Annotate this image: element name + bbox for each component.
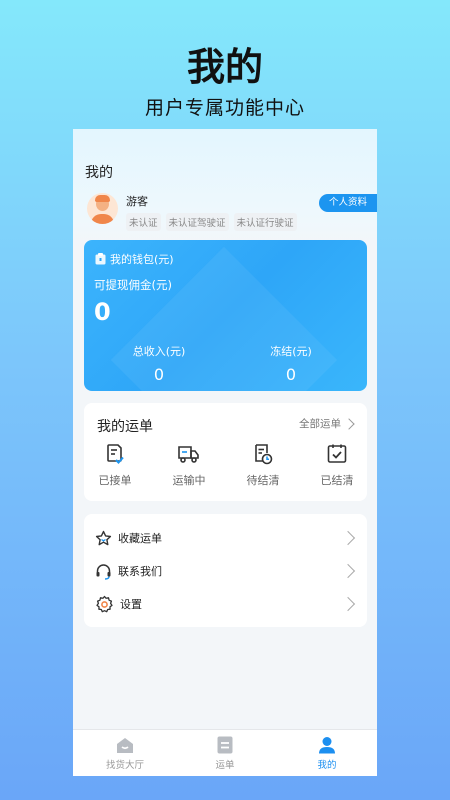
- accepted-order-icon: [107, 444, 124, 464]
- document-icon: [217, 736, 233, 754]
- menu-item-label: 联系我们: [118, 565, 162, 578]
- page-title: 我的: [85, 165, 113, 181]
- withdrawable-value: 0: [94, 298, 111, 326]
- tab-label: 我的: [317, 760, 337, 771]
- wallet-title: 我的钱包(元): [110, 253, 174, 266]
- orders-card: 我的运单 全部运单 已接单 运输中 待结清 已结清: [84, 403, 367, 501]
- tab-waybill[interactable]: 运单: [185, 736, 265, 771]
- chevron-right-icon: [343, 417, 355, 430]
- wallet-card[interactable]: 我的钱包(元) 可提现佣金(元) 0 总收入(元) 0 冻结(元) 0: [84, 240, 367, 391]
- order-status-label: 运输中: [172, 474, 206, 487]
- menu-item-favorites[interactable]: 收藏运单: [95, 525, 356, 551]
- chevron-right-icon: [340, 596, 356, 612]
- pending-settlement-icon: [255, 444, 273, 465]
- total-income-label: 总收入(元): [132, 345, 186, 358]
- order-status-accepted[interactable]: 已接单: [85, 443, 145, 488]
- wallet-icon: [95, 253, 106, 265]
- profile-button[interactable]: 个人资料: [319, 194, 377, 212]
- avatar[interactable]: [87, 193, 118, 224]
- order-status-pending[interactable]: 待结清: [233, 443, 293, 488]
- order-status-in-transit[interactable]: 运输中: [159, 443, 219, 488]
- star-icon: [95, 530, 112, 545]
- order-status-label: 已接单: [98, 474, 132, 487]
- tab-label: 找货大厅: [105, 760, 144, 771]
- promo-subtitle: 用户专属功能中心: [144, 97, 305, 119]
- order-status-settled[interactable]: 已结清: [307, 443, 367, 488]
- order-status-label: 待结清: [246, 474, 280, 487]
- menu-item-contact[interactable]: 联系我们: [95, 558, 356, 584]
- headset-icon: [96, 563, 111, 580]
- menu-item-label: 收藏运单: [118, 532, 162, 545]
- menu-item-label: 设置: [120, 598, 142, 611]
- verification-tags: 未认证 未认证驾驶证 未认证行驶证: [126, 213, 297, 231]
- frozen-amount: 冻结(元) 0: [241, 343, 341, 384]
- chevron-right-icon: [340, 530, 356, 546]
- truck-icon: [178, 446, 199, 463]
- frozen-value: 0: [285, 365, 297, 384]
- all-orders-link[interactable]: 全部运单: [299, 416, 355, 431]
- gear-icon: [96, 595, 113, 612]
- withdrawable-label: 可提现佣金(元): [94, 278, 172, 292]
- home-icon: [117, 738, 133, 753]
- user-icon: [319, 737, 335, 754]
- phone-screen: 我的 游客 未认证 未认证驾驶证 未认证行驶证 个人资料 我的钱包(元) 可提现…: [73, 129, 377, 776]
- all-orders-label: 全部运单: [299, 418, 341, 430]
- menu-card: 收藏运单 联系我们 设置: [84, 514, 367, 627]
- header-background: [73, 129, 377, 249]
- tag-license-unverified: 未认证驾驶证: [165, 213, 229, 231]
- promo-title: 我的: [186, 45, 263, 89]
- menu-item-settings[interactable]: 设置: [95, 591, 356, 617]
- total-income: 总收入(元) 0: [109, 343, 209, 384]
- bottom-tab-bar: 找货大厅 运单 我的: [73, 729, 377, 776]
- tab-cargo-hall[interactable]: 找货大厅: [85, 736, 165, 771]
- orders-title: 我的运单: [97, 419, 153, 435]
- tab-label: 运单: [215, 760, 235, 771]
- total-income-value: 0: [153, 365, 165, 384]
- frozen-label: 冻结(元): [270, 345, 312, 358]
- chevron-right-icon: [340, 563, 356, 579]
- username: 游客: [126, 195, 148, 208]
- tag-id-unverified: 未认证: [126, 213, 161, 231]
- wallet-header: 我的钱包(元): [95, 251, 174, 267]
- tag-vehicle-unverified: 未认证行驶证: [233, 213, 297, 231]
- tab-mine[interactable]: 我的: [287, 736, 367, 771]
- order-status-label: 已结清: [320, 474, 354, 487]
- settled-icon: [327, 444, 347, 463]
